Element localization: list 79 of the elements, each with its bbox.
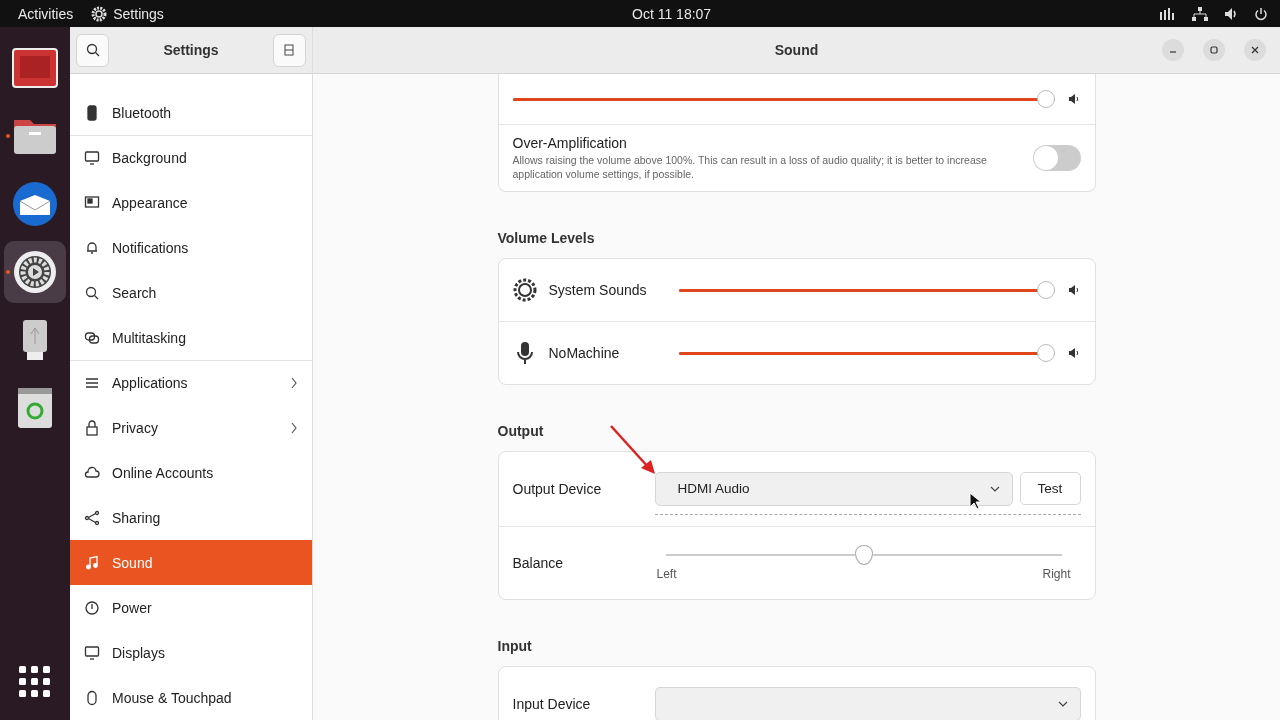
app-grid-icon[interactable] [19, 666, 51, 698]
scale-label: Left [656, 567, 677, 581]
mouse-pointer-icon [968, 491, 981, 510]
sidebar-title: Settings [163, 42, 219, 58]
caret-icon [989, 485, 1000, 492]
row-label: Balance [512, 555, 565, 571]
clock[interactable]: Oct 11 18:07 [632, 5, 712, 22]
running-indicator [6, 270, 10, 274]
sidebar-icon [84, 554, 100, 571]
mail-icon [12, 181, 58, 227]
sidebar-icon [84, 375, 100, 391]
sidebar-item[interactable]: Search [70, 270, 312, 315]
usb-drive-icon [21, 318, 49, 362]
sidebar-item[interactable]: Sharing [70, 495, 312, 540]
sidebar-icon [84, 194, 100, 211]
network-icon[interactable] [1192, 6, 1208, 21]
maximize-icon [1210, 46, 1218, 54]
scale-label: Right [1042, 567, 1071, 581]
sidebar-item[interactable]: Bluetooth [70, 90, 312, 135]
sidebar-icon [84, 104, 100, 121]
volume-icon[interactable] [1224, 6, 1238, 21]
search-icon [85, 43, 100, 57]
speaker-icon[interactable] [1066, 346, 1081, 360]
window-title: Sound [774, 42, 819, 58]
chevron-right-icon [290, 376, 298, 390]
speaker-icon[interactable] [1066, 92, 1081, 106]
monitor-icon [12, 48, 58, 88]
stream-label: System Sounds [548, 282, 648, 298]
gear-icon [512, 278, 537, 302]
sidebar-item[interactable]: Mouse & Touchpad [70, 675, 312, 720]
activities-button[interactable]: Activities [18, 5, 74, 22]
sidebar-icon [84, 329, 100, 346]
dock-item[interactable] [4, 241, 66, 303]
sidebar-item[interactable]: Background [70, 135, 312, 180]
sidebar-icon [84, 644, 100, 661]
sidebar-icon [84, 464, 100, 481]
sidebar-item[interactable]: Notifications [70, 225, 312, 270]
app-menu[interactable]: Settings [91, 5, 164, 22]
row-label: Input Device [512, 696, 592, 712]
sidebar-item[interactable]: Applications [70, 360, 312, 405]
minimize-button[interactable] [1162, 39, 1184, 61]
gear-icon [91, 5, 108, 22]
tray-icon[interactable] [1158, 6, 1176, 21]
sidebar-icon [84, 599, 100, 616]
close-button[interactable] [1244, 39, 1266, 61]
setting-description: Allows raising the volume above 100%. This can result in a loss of audio quality; it is better to increase application volume settings, if possible. [512, 153, 988, 181]
stream-label: NoMachine [548, 345, 621, 361]
sidebar-item[interactable]: Sound [70, 540, 312, 585]
speaker-icon[interactable] [1066, 283, 1081, 297]
search-button[interactable] [76, 33, 109, 67]
section-heading: Input [497, 638, 533, 654]
power-icon[interactable] [1254, 6, 1268, 21]
sidebar-item[interactable]: Displays [70, 630, 312, 675]
maximize-button[interactable] [1203, 39, 1225, 61]
device-dropdown[interactable]: HDMI Audio [654, 471, 1013, 506]
toggle-switch[interactable] [1032, 145, 1081, 171]
test-button[interactable]: Test [1019, 471, 1081, 505]
sidebar-icon [84, 509, 100, 526]
sidebar-icon [84, 419, 100, 436]
section-heading: Output [497, 423, 545, 439]
sidebar-icon [84, 284, 100, 301]
running-indicator [6, 134, 10, 138]
sidebar-item[interactable]: Online Accounts [70, 450, 312, 495]
caret-icon [1057, 700, 1068, 707]
trash-icon [16, 386, 54, 430]
settings-icon [13, 250, 57, 294]
sidebar-item[interactable]: Multitasking [70, 315, 312, 360]
menu-icon [284, 44, 295, 56]
setting-title: Over-Amplification [512, 135, 628, 151]
section-heading: Volume Levels [497, 230, 596, 246]
row-label: Output Device [512, 481, 603, 497]
close-icon [1251, 46, 1259, 54]
sidebar-item[interactable]: Power [70, 585, 312, 630]
sidebar-item[interactable]: Appearance [70, 180, 312, 225]
chevron-right-icon [290, 420, 298, 435]
sidebar-icon [84, 150, 100, 166]
sidebar-item[interactable]: Privacy [70, 405, 312, 450]
sidebar-icon [84, 689, 100, 706]
sidebar-icon [84, 239, 100, 256]
